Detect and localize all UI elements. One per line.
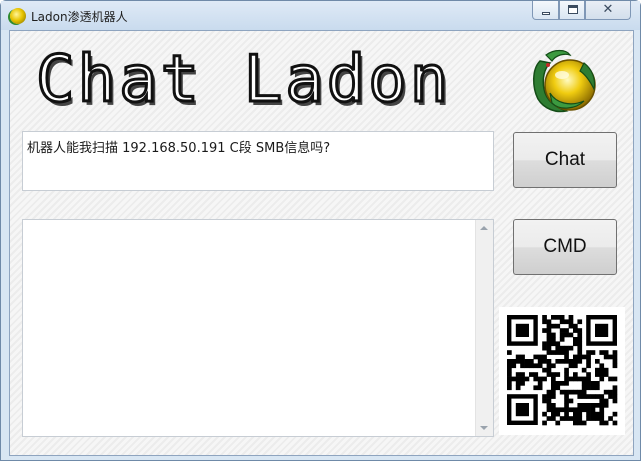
- minimize-button[interactable]: [532, 1, 559, 20]
- chat-input-field[interactable]: 机器人能我扫描 192.168.50.191 C段 SMB信息吗?: [22, 131, 494, 191]
- chat-input-text: 机器人能我扫描 192.168.50.191 C段 SMB信息吗?: [27, 141, 331, 156]
- qr-code-image: [499, 307, 625, 435]
- ladon-app-icon: [10, 8, 26, 24]
- maximize-icon: [568, 5, 578, 14]
- scroll-up-arrow-icon[interactable]: [480, 226, 488, 230]
- title-bar[interactable]: Ladon渗透机器人 ✕: [1, 1, 640, 30]
- cmd-button[interactable]: CMD: [513, 219, 617, 275]
- scroll-down-arrow-icon[interactable]: [480, 426, 488, 430]
- close-icon: ✕: [602, 2, 614, 17]
- minimize-icon: [542, 12, 550, 15]
- window-title: Ladon渗透机器人: [31, 10, 128, 24]
- app-window: Ladon渗透机器人 ✕ Chat Ladon 机器人能我扫描 192.168.…: [0, 0, 641, 461]
- maximize-button[interactable]: [559, 1, 585, 20]
- client-area: Chat Ladon 机器人能我扫描 192.168.50.191 C段 SMB…: [9, 30, 634, 456]
- output-scrollbar[interactable]: [475, 220, 493, 436]
- chat-ladon-logo-text: Chat Ladon: [34, 42, 452, 119]
- chat-output-area[interactable]: [22, 219, 494, 437]
- chat-button[interactable]: Chat: [513, 132, 617, 188]
- dragon-logo-icon: [526, 43, 602, 119]
- close-button[interactable]: ✕: [585, 1, 631, 20]
